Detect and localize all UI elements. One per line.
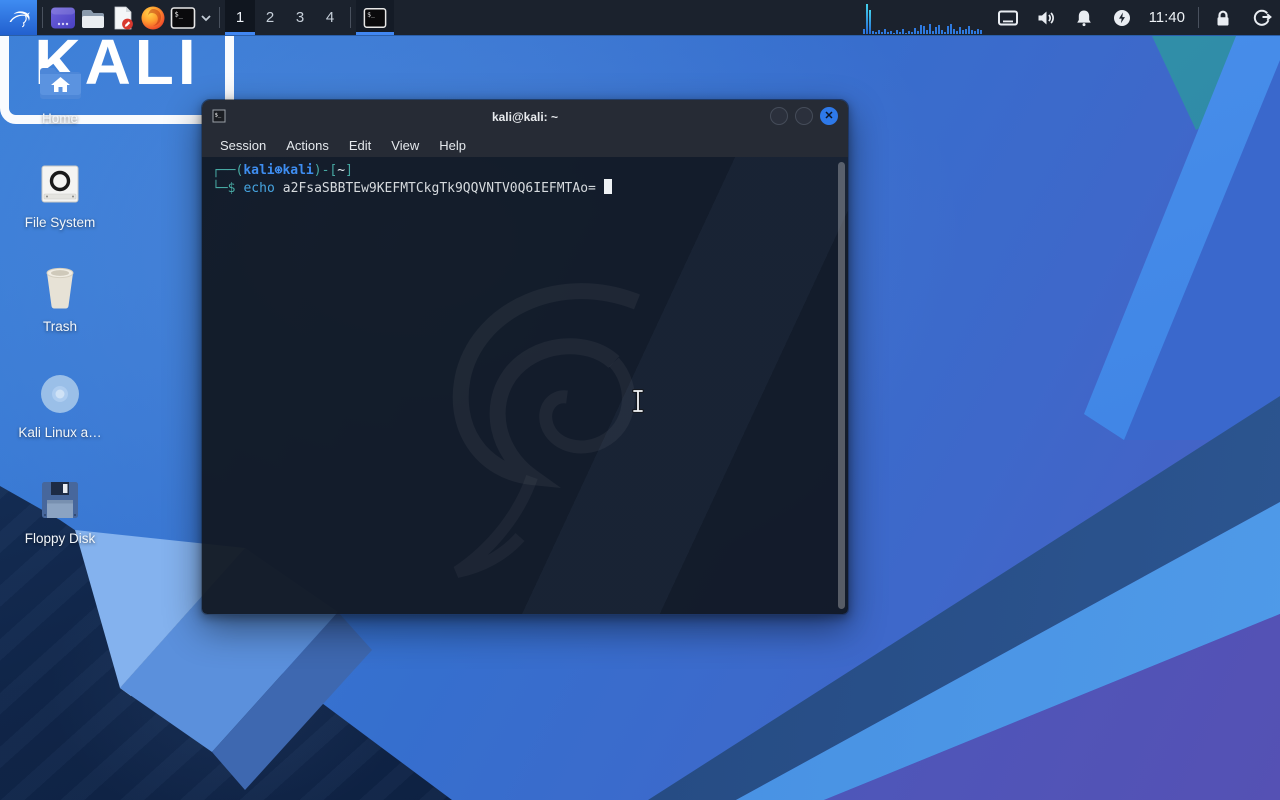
prompt-frame-mid: )-[ — [313, 163, 338, 178]
panel-spacer — [394, 0, 863, 35]
desktop-screen: KALI Home File System Trash Kali Linux a… — [0, 0, 1280, 800]
terminal-output-area[interactable]: ┌──(kali⊛kali)-[~] └─$ echo a2FsaSBBTEw9KE… — [202, 157, 848, 614]
launcher-dropdown-button[interactable] — [198, 0, 214, 35]
window-title: kali@kali: ~ — [491, 109, 559, 124]
logout-button[interactable] — [1249, 0, 1273, 35]
desktop-icon-label: Kali Linux a… — [18, 425, 102, 440]
panel-separator — [350, 7, 351, 28]
desktop-icon-file-system[interactable]: File System — [8, 160, 112, 230]
svg-text:$_: $_ — [367, 10, 375, 18]
menu-help[interactable]: Help — [429, 136, 476, 155]
screen-lock-button[interactable] — [1211, 0, 1235, 35]
window-titlebar[interactable]: $_ kali@kali: ~ ✕ — [202, 100, 848, 133]
panel-separator — [219, 7, 220, 28]
desktop-icon-kali-linux[interactable]: Kali Linux a… — [8, 370, 112, 440]
terminal-window: $_ kali@kali: ~ ✕ Session Actions Edit V… — [201, 99, 849, 615]
launcher-app-grid[interactable] — [48, 0, 78, 35]
top-panel: $_ 1 2 3 4 $_ 11:40 — [0, 0, 1280, 36]
lock-icon — [1217, 10, 1229, 25]
menu-view[interactable]: View — [381, 136, 429, 155]
close-button[interactable]: ✕ — [820, 107, 838, 125]
prompt-line-1: ┌──(kali⊛kali)-[~] — [212, 162, 838, 179]
prompt-path: ~ — [337, 163, 346, 178]
terminal-icon: $_ — [363, 7, 387, 28]
maximize-button[interactable] — [795, 107, 813, 125]
chevron-down-icon — [201, 14, 211, 21]
prompt-user-host: kali⊛kali — [243, 163, 314, 178]
power-manager-icon — [1113, 9, 1130, 26]
panel-separator — [42, 7, 43, 28]
workspace-3[interactable]: 3 — [285, 0, 315, 35]
launcher-terminal[interactable]: $_ — [168, 0, 198, 35]
terminal-cursor — [603, 179, 612, 194]
workspace-1[interactable]: 1 — [225, 0, 255, 35]
menu-session[interactable]: Session — [210, 136, 276, 155]
taskbar-terminal-window-button[interactable]: $_ — [356, 0, 394, 35]
terminal-icon: $_ — [170, 6, 196, 29]
file-manager-icon — [82, 9, 104, 28]
trash-icon — [8, 264, 112, 310]
desktop-icon-floppy-disk[interactable]: Floppy Disk — [8, 476, 112, 546]
prompt-frame-open: ┌──( — [212, 163, 244, 178]
command-text: echo — [243, 181, 275, 196]
panel-clock[interactable]: 11:40 — [1149, 0, 1185, 35]
minimize-button[interactable] — [770, 107, 788, 125]
panel-separator — [1198, 7, 1199, 28]
svg-text:$_: $_ — [175, 10, 184, 18]
power-manager-tray-button[interactable] — [1110, 0, 1134, 35]
terminal-scrollbar[interactable] — [838, 162, 845, 609]
desktop-icon-label: Trash — [42, 319, 77, 334]
logout-icon — [1253, 9, 1272, 26]
workspace-4[interactable]: 4 — [315, 0, 345, 35]
desktop-icon-trash[interactable]: Trash — [8, 264, 112, 334]
floppy-disk-icon — [8, 476, 112, 522]
menu-edit[interactable]: Edit — [339, 136, 381, 155]
text-editor-icon — [114, 6, 133, 29]
desktop-icon-label: Home — [41, 111, 78, 126]
desktop-icon-label: File System — [24, 215, 96, 230]
display-icon — [997, 10, 1018, 25]
applications-menu-button[interactable] — [0, 0, 37, 35]
workspace-2[interactable]: 2 — [255, 0, 285, 35]
prompt-frame-close: ] — [345, 163, 353, 178]
prompt-line-2: └─$ echo a2FsaSBBTEw9KEFMTCkgTk9QQVNTV0Q6I… — [212, 179, 838, 197]
window-menubar: Session Actions Edit View Help — [202, 133, 848, 157]
desktop-icon-home[interactable]: Home — [8, 56, 112, 126]
volume-tray-button[interactable] — [1034, 0, 1058, 35]
menu-actions[interactable]: Actions — [276, 136, 339, 155]
prompt-lead: └─$ — [212, 181, 236, 196]
firefox-icon — [141, 6, 165, 29]
drive-icon — [8, 160, 112, 206]
launcher-file-manager[interactable] — [78, 0, 108, 35]
volume-icon — [1038, 11, 1054, 24]
command-argument: a2FsaSBBTEw9KEFMTCkgTk9QQVNTV0Q6IEFMTAo= — [282, 181, 596, 196]
app-grid-icon — [51, 7, 75, 28]
notifications-tray-button[interactable] — [1072, 0, 1096, 35]
desktop-icon-label: Floppy Disk — [24, 531, 96, 546]
launcher-text-editor[interactable] — [108, 0, 138, 35]
display-tray-button[interactable] — [996, 0, 1020, 35]
kali-logo-icon — [9, 10, 30, 27]
cpu-graph[interactable] — [862, 0, 989, 35]
optical-disc-icon — [8, 370, 112, 416]
bell-icon — [1076, 10, 1091, 26]
kali-dragon-watermark — [452, 283, 640, 578]
launcher-firefox[interactable] — [138, 0, 168, 35]
home-folder-icon — [8, 56, 112, 102]
